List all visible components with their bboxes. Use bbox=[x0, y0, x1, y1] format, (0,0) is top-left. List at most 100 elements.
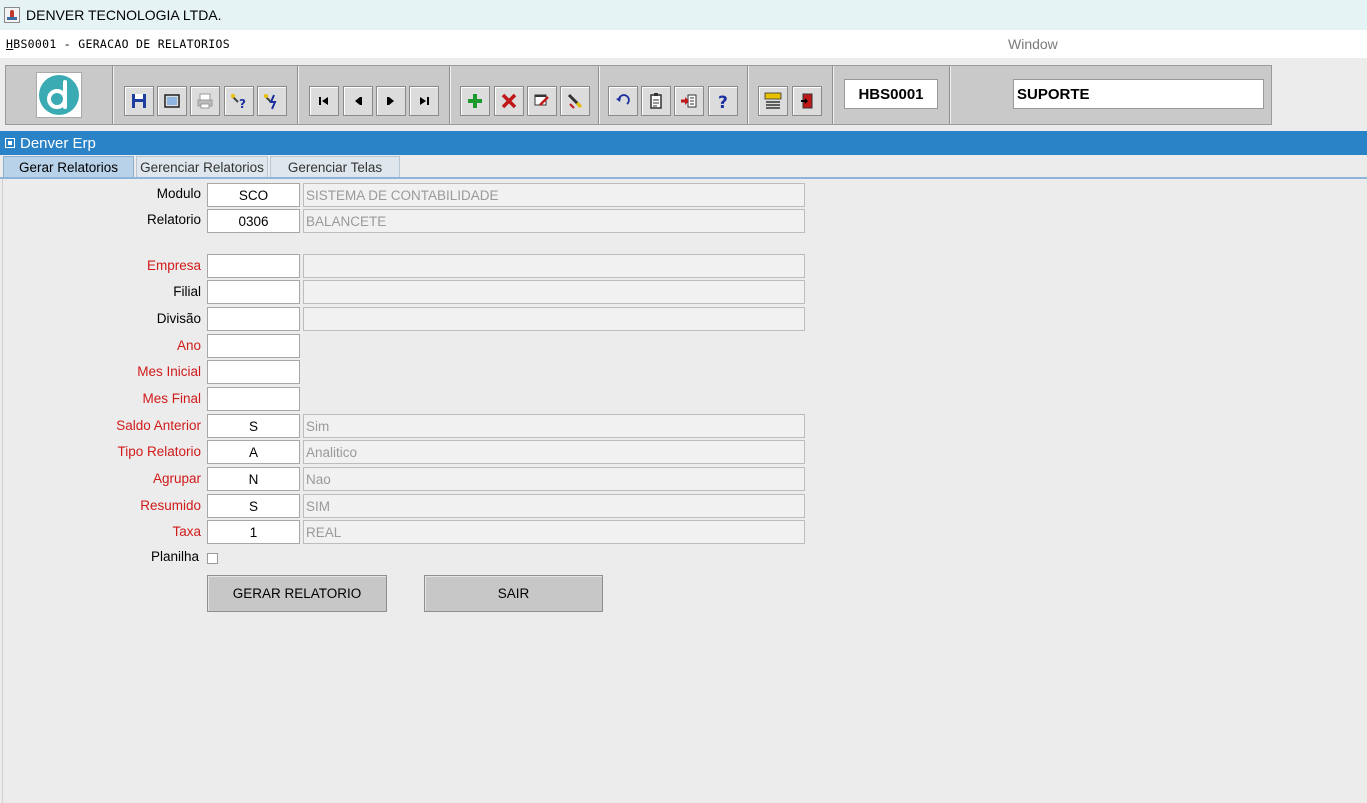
planilha-checkbox[interactable] bbox=[207, 553, 218, 564]
clipboard-button[interactable] bbox=[641, 86, 671, 116]
menu-icon bbox=[764, 92, 782, 109]
title-bar: DENVER TECNOLOGIA LTDA. bbox=[0, 0, 1367, 30]
denver-logo bbox=[36, 72, 82, 118]
modulo-code-input[interactable]: SCO bbox=[207, 183, 300, 207]
toolbar-separator bbox=[297, 66, 299, 124]
delete-record-button[interactable] bbox=[494, 86, 524, 116]
toolbar-separator bbox=[112, 66, 114, 124]
sair-button[interactable]: SAIR bbox=[424, 575, 603, 612]
app-title: DENVER TECNOLOGIA LTDA. bbox=[26, 7, 222, 23]
form-code-field: HBS0001 bbox=[844, 79, 938, 109]
relatorio-code-input[interactable]: 0306 bbox=[207, 209, 300, 233]
execute-query-icon bbox=[264, 94, 277, 110]
taxa-input[interactable]: 1 bbox=[207, 520, 300, 544]
window-menu[interactable]: Window bbox=[1008, 36, 1058, 52]
svg-text:?: ? bbox=[718, 93, 728, 111]
first-record-icon bbox=[319, 97, 328, 105]
mes-final-label: Mes Final bbox=[142, 391, 201, 406]
modulo-desc-field: SISTEMA DE CONTABILIDADE bbox=[303, 183, 805, 207]
insert-record-button[interactable] bbox=[460, 86, 490, 116]
tipo-relatorio-label: Tipo Relatorio bbox=[117, 444, 201, 459]
ano-input[interactable] bbox=[207, 334, 300, 358]
mes-inicial-label: Mes Inicial bbox=[137, 364, 201, 379]
next-record-button[interactable] bbox=[376, 86, 406, 116]
agrupar-desc-field: Nao bbox=[303, 467, 805, 491]
help-button[interactable]: ? bbox=[708, 86, 738, 116]
undo-icon bbox=[616, 94, 630, 105]
list-values-button[interactable] bbox=[674, 86, 704, 116]
window-title: Denver Erp bbox=[20, 134, 96, 152]
tipo-relatorio-input[interactable]: A bbox=[207, 440, 300, 464]
print-icon bbox=[197, 93, 213, 109]
form-gerar-relatorios: Modulo SCO SISTEMA DE CONTABILIDADE Rela… bbox=[2, 179, 1367, 803]
saldo-anterior-desc-field: Sim bbox=[303, 414, 805, 438]
toolbar: ? ? HBS0001 SUPORTE bbox=[5, 65, 1272, 125]
next-record-icon bbox=[387, 97, 394, 105]
save-icon bbox=[132, 94, 146, 108]
planilha-label: Planilha bbox=[150, 549, 199, 564]
divisao-desc-field bbox=[303, 307, 805, 331]
execute-query-button[interactable] bbox=[257, 86, 287, 116]
previous-record-icon bbox=[355, 97, 362, 105]
print-button[interactable] bbox=[190, 86, 220, 116]
help-icon: ? bbox=[718, 93, 728, 111]
query-help-icon: ? bbox=[231, 94, 246, 111]
filial-desc-field bbox=[303, 280, 805, 304]
toolbar-separator bbox=[832, 66, 834, 124]
filial-label: Filial bbox=[173, 284, 201, 299]
toolbar-separator bbox=[949, 66, 951, 124]
empresa-label: Empresa bbox=[146, 258, 201, 273]
undo-button[interactable] bbox=[608, 86, 638, 116]
relatorio-desc-field: BALANCETE bbox=[303, 209, 805, 233]
query-help-button[interactable]: ? bbox=[224, 86, 254, 116]
svg-text:?: ? bbox=[239, 97, 246, 111]
save-button[interactable] bbox=[124, 86, 154, 116]
insert-record-icon bbox=[468, 94, 482, 108]
menu-bar: HBS0001 - GERACAO DE RELATORIOS Window bbox=[0, 30, 1367, 58]
exit-button[interactable] bbox=[792, 86, 822, 116]
edit-record-icon bbox=[534, 94, 549, 106]
modulo-label: Modulo bbox=[156, 186, 201, 201]
filial-code-input[interactable] bbox=[207, 280, 300, 304]
ano-label: Ano bbox=[176, 338, 201, 353]
exit-icon bbox=[801, 93, 813, 109]
form-title-menu[interactable]: HBS0001 - GERACAO DE RELATORIOS bbox=[6, 37, 230, 51]
edit-record-button[interactable] bbox=[527, 86, 557, 116]
taxa-label: Taxa bbox=[172, 524, 201, 539]
first-record-button[interactable] bbox=[309, 86, 339, 116]
window-header: Denver Erp bbox=[0, 131, 1367, 155]
toolbar-separator bbox=[747, 66, 749, 124]
gerar-relatorio-button[interactable]: GERAR RELATORIO bbox=[207, 575, 387, 612]
saldo-anterior-label: Saldo Anterior bbox=[116, 418, 201, 433]
tab-gerenciar-telas[interactable]: Gerenciar Telas bbox=[270, 156, 400, 178]
denver-logo-icon bbox=[39, 75, 79, 115]
tab-gerenciar-relatorios[interactable]: Gerenciar Relatorios bbox=[136, 156, 268, 178]
taxa-desc-field: REAL bbox=[303, 520, 805, 544]
menu-button[interactable] bbox=[758, 86, 788, 116]
last-record-icon bbox=[420, 97, 429, 105]
previous-record-button[interactable] bbox=[343, 86, 373, 116]
tab-gerar-relatorios[interactable]: Gerar Relatorios bbox=[3, 156, 134, 178]
tab-bar: Gerar Relatorios Gerenciar Relatorios Ge… bbox=[0, 155, 1367, 179]
empresa-desc-field bbox=[303, 254, 805, 278]
clear-record-button[interactable] bbox=[560, 86, 590, 116]
list-values-icon bbox=[681, 94, 697, 108]
agrupar-label: Agrupar bbox=[152, 471, 201, 486]
toolbar-separator bbox=[449, 66, 451, 124]
agrupar-input[interactable]: N bbox=[207, 467, 300, 491]
relatorio-label: Relatorio bbox=[146, 212, 201, 227]
divisao-code-input[interactable] bbox=[207, 307, 300, 331]
user-field: SUPORTE bbox=[1013, 79, 1264, 109]
window-button[interactable] bbox=[157, 86, 187, 116]
java-app-icon bbox=[4, 7, 20, 23]
mes-inicial-input[interactable] bbox=[207, 360, 300, 384]
divisao-label: Divisão bbox=[156, 311, 201, 326]
resumido-input[interactable]: S bbox=[207, 494, 300, 518]
last-record-button[interactable] bbox=[409, 86, 439, 116]
clipboard-icon bbox=[650, 93, 662, 109]
empresa-code-input[interactable] bbox=[207, 254, 300, 278]
saldo-anterior-input[interactable]: S bbox=[207, 414, 300, 438]
clear-record-icon bbox=[567, 93, 583, 109]
window-restore-icon[interactable] bbox=[5, 138, 15, 148]
mes-final-input[interactable] bbox=[207, 387, 300, 411]
